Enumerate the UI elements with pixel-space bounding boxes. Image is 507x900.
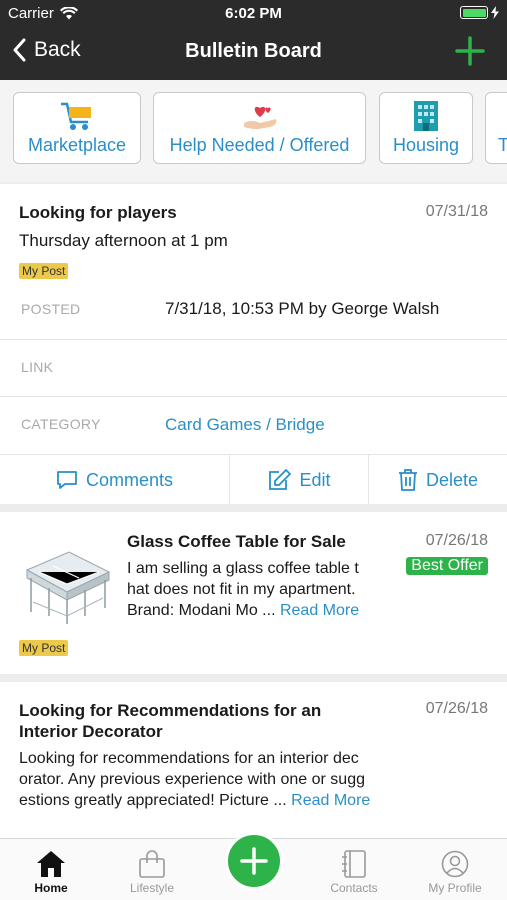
- edit-button[interactable]: Edit: [229, 455, 368, 505]
- cart-icon: [61, 102, 91, 130]
- shopping-bag-icon: [139, 850, 165, 878]
- post-actions: Comments Edit Delete: [0, 455, 507, 505]
- category-label: Housing: [392, 135, 460, 155]
- post-thumbnail: [19, 542, 114, 632]
- page-title: Bulletin Board: [185, 40, 322, 62]
- divider: [0, 339, 507, 340]
- building-icon: [414, 101, 438, 131]
- trash-icon: [398, 469, 417, 491]
- comment-icon: [57, 471, 77, 489]
- tab-label: Home: [34, 881, 68, 895]
- post-card[interactable]: Glass Coffee Table for Sale 07/26/18 Bes…: [0, 512, 507, 674]
- tab-home[interactable]: Home: [6, 847, 96, 895]
- tab-label: Lifestyle: [129, 881, 175, 895]
- post-date: 07/26/18: [425, 700, 488, 717]
- delete-button[interactable]: Delete: [368, 455, 507, 505]
- status-bar: Carrier 6:02 PM: [0, 0, 507, 28]
- glass-table-image: [25, 551, 111, 624]
- plus-icon: [455, 36, 485, 66]
- clock: 6:02 PM: [225, 5, 282, 22]
- battery-indicator: [460, 6, 499, 19]
- post-date: 07/31/18: [425, 203, 488, 220]
- post-body-line: Looking for recommendations for an inter…: [19, 750, 359, 767]
- charging-bolt-icon: [491, 6, 499, 19]
- my-post-badge: My Post: [19, 640, 69, 656]
- category-help-needed[interactable]: Help Needed / Offered: [153, 92, 366, 164]
- post-title-line: Interior Decorator: [19, 722, 163, 741]
- posted-value: 7/31/18, 10:53 PM by George Walsh: [165, 299, 440, 318]
- post-date: 07/26/18: [425, 532, 488, 549]
- home-icon: [37, 851, 65, 877]
- post-title: Glass Coffee Table for Sale: [127, 532, 346, 551]
- read-more-link[interactable]: Read More: [280, 602, 359, 619]
- tab-label: My Profile: [428, 881, 482, 895]
- comments-label: Comments: [85, 469, 174, 490]
- category-label: Help Needed / Offered: [169, 135, 350, 155]
- helping-hand-icon: [243, 106, 276, 129]
- post-body: Looking for recommendations for an inter…: [19, 748, 370, 811]
- create-post-fab[interactable]: [225, 832, 283, 890]
- category-label: Marketplace: [27, 135, 127, 155]
- post-title-line: Looking for Recommendations for an: [19, 701, 322, 720]
- edit-icon: [269, 469, 292, 490]
- category-marketplace[interactable]: Marketplace: [13, 92, 141, 164]
- comments-button[interactable]: Comments: [0, 455, 229, 505]
- post-body-line: orator. Any previous experience with one…: [19, 771, 365, 788]
- tab-contacts[interactable]: Contacts: [309, 847, 399, 895]
- post-title: Looking for Recommendations for an Inter…: [19, 700, 321, 742]
- category-housing[interactable]: Housing: [379, 92, 473, 164]
- contacts-book-icon: [342, 850, 366, 878]
- category-bar: Marketplace Help Needed / Offered Housin…: [0, 80, 507, 182]
- post-body-line: I am selling a glass coffee table t: [127, 560, 359, 577]
- post-body-line: estions greatly appreciated! Picture ...: [19, 792, 287, 809]
- link-label: LINK: [21, 359, 54, 375]
- category-link[interactable]: Card Games / Bridge: [165, 415, 325, 435]
- posted-label: POSTED: [21, 301, 81, 317]
- add-post-button[interactable]: [455, 36, 485, 71]
- divider: [0, 396, 507, 397]
- post-body-line: hat does not fit in my apartment.: [127, 581, 356, 598]
- tab-label: Contacts: [330, 881, 378, 895]
- category-partial[interactable]: T: [485, 92, 507, 164]
- post-card[interactable]: Looking for players 07/31/18 Thursday af…: [0, 184, 507, 505]
- post-body-line: Brand: Modani Mo ...: [127, 602, 276, 619]
- post-body: Thursday afternoon at 1 pm: [19, 231, 228, 250]
- delete-label: Delete: [425, 469, 479, 490]
- best-offer-tag: Best Offer: [406, 557, 488, 575]
- nav-bar: Back Bulletin Board: [0, 28, 507, 80]
- read-more-link[interactable]: Read More: [291, 792, 370, 809]
- tab-my-profile[interactable]: My Profile: [410, 847, 500, 895]
- post-body: I am selling a glass coffee table t hat …: [127, 558, 359, 621]
- post-title: Looking for players: [19, 203, 177, 222]
- battery-icon: [460, 6, 488, 19]
- plus-icon: [240, 847, 268, 875]
- profile-icon: [441, 850, 469, 878]
- my-post-badge: My Post: [19, 263, 69, 279]
- post-card[interactable]: Looking for Recommendations for an Inter…: [0, 682, 507, 838]
- edit-label: Edit: [299, 469, 331, 490]
- tab-lifestyle[interactable]: Lifestyle: [107, 847, 197, 895]
- category-label: CATEGORY: [21, 416, 101, 432]
- category-label: T: [498, 135, 507, 155]
